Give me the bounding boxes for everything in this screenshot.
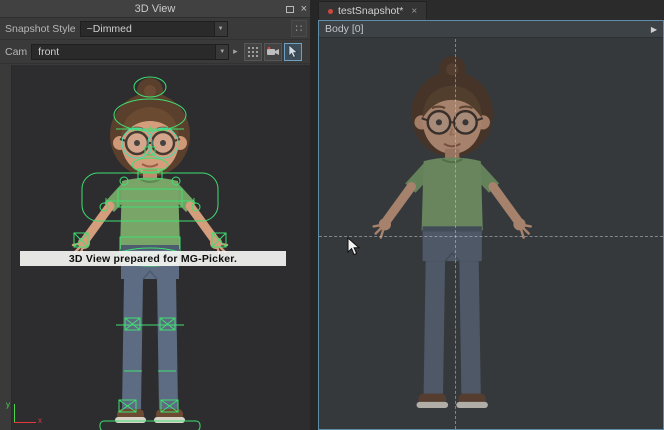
grid-toggle-button[interactable] bbox=[244, 43, 262, 61]
snapshot-style-label: Snapshot Style bbox=[5, 23, 76, 35]
snapshot-style-row: Snapshot Style ~Dimmed ▼ ∷ bbox=[0, 18, 310, 40]
viewport-message-banner: 3D View prepared for MG-Picker. bbox=[20, 251, 286, 266]
expand-arrow-icon[interactable]: ▸ bbox=[233, 46, 238, 57]
snapshot-style-dropdown[interactable]: ~Dimmed ▼ bbox=[80, 21, 228, 37]
crosshair-horizontal bbox=[319, 236, 663, 237]
close-icon[interactable]: × bbox=[301, 4, 307, 15]
select-tool-button[interactable] bbox=[284, 43, 302, 61]
viewport-gutter bbox=[0, 65, 12, 430]
mouse-cursor-icon bbox=[347, 237, 361, 257]
expander-triangle-icon[interactable]: ▶ bbox=[651, 25, 657, 34]
cam-label: Cam bbox=[5, 46, 27, 58]
axis-indicator: y x bbox=[4, 400, 56, 430]
chevron-down-icon[interactable]: ▼ bbox=[214, 22, 227, 36]
body-group-header[interactable]: Body [0] ▶ bbox=[319, 21, 663, 38]
character-snapshot-dimmed bbox=[319, 39, 663, 429]
camera-value: front bbox=[38, 46, 59, 58]
camera-row: Cam front ▼ ▸ bbox=[0, 40, 310, 64]
chevron-down-icon[interactable]: ▼ bbox=[215, 45, 228, 59]
3d-view-titlebar[interactable]: 3D View × bbox=[0, 0, 310, 18]
grid-dots-icon bbox=[247, 46, 259, 58]
snapshot-camera-button[interactable] bbox=[264, 43, 282, 61]
3d-viewport[interactable]: 3D View prepared for MG-Picker. y x bbox=[0, 65, 310, 430]
tab-label: testSnapshot* bbox=[338, 5, 403, 17]
crosshair-vertical bbox=[455, 39, 456, 429]
panel-menu-button[interactable]: ∷ bbox=[291, 20, 307, 37]
3d-view-panel: 3D View × Snapshot Style ~Dimmed ▼ ∷ Cam… bbox=[0, 0, 310, 430]
cursor-icon bbox=[287, 45, 299, 58]
tab-close-icon[interactable]: × bbox=[411, 6, 417, 17]
camera-dropdown[interactable]: front ▼ bbox=[31, 44, 229, 60]
x-axis-label: x bbox=[38, 416, 42, 425]
body-group-label: Body [0] bbox=[325, 23, 364, 35]
tab-testsnapshot[interactable]: testSnapshot* × bbox=[318, 1, 427, 20]
viewport-message: 3D View prepared for MG-Picker. bbox=[69, 253, 237, 265]
app-window: 3D View × Snapshot Style ~Dimmed ▼ ∷ Cam… bbox=[0, 0, 664, 430]
y-axis-label: y bbox=[6, 400, 10, 409]
float-window-icon[interactable] bbox=[286, 6, 294, 13]
camera-icon bbox=[266, 46, 280, 58]
character-with-rig bbox=[12, 65, 310, 430]
snapshot-style-value: ~Dimmed bbox=[87, 23, 132, 35]
y-axis-line bbox=[14, 404, 15, 422]
snapshot-frame: Body [0] ▶ bbox=[318, 20, 664, 430]
snapshot-tabbar: testSnapshot* × bbox=[318, 0, 664, 20]
snapshot-viewport[interactable] bbox=[319, 39, 663, 429]
snapshot-panel: testSnapshot* × Body [0] ▶ bbox=[318, 0, 664, 430]
modified-dot-icon bbox=[328, 9, 333, 14]
panel-title: 3D View bbox=[135, 3, 176, 15]
x-axis-line bbox=[14, 422, 36, 423]
